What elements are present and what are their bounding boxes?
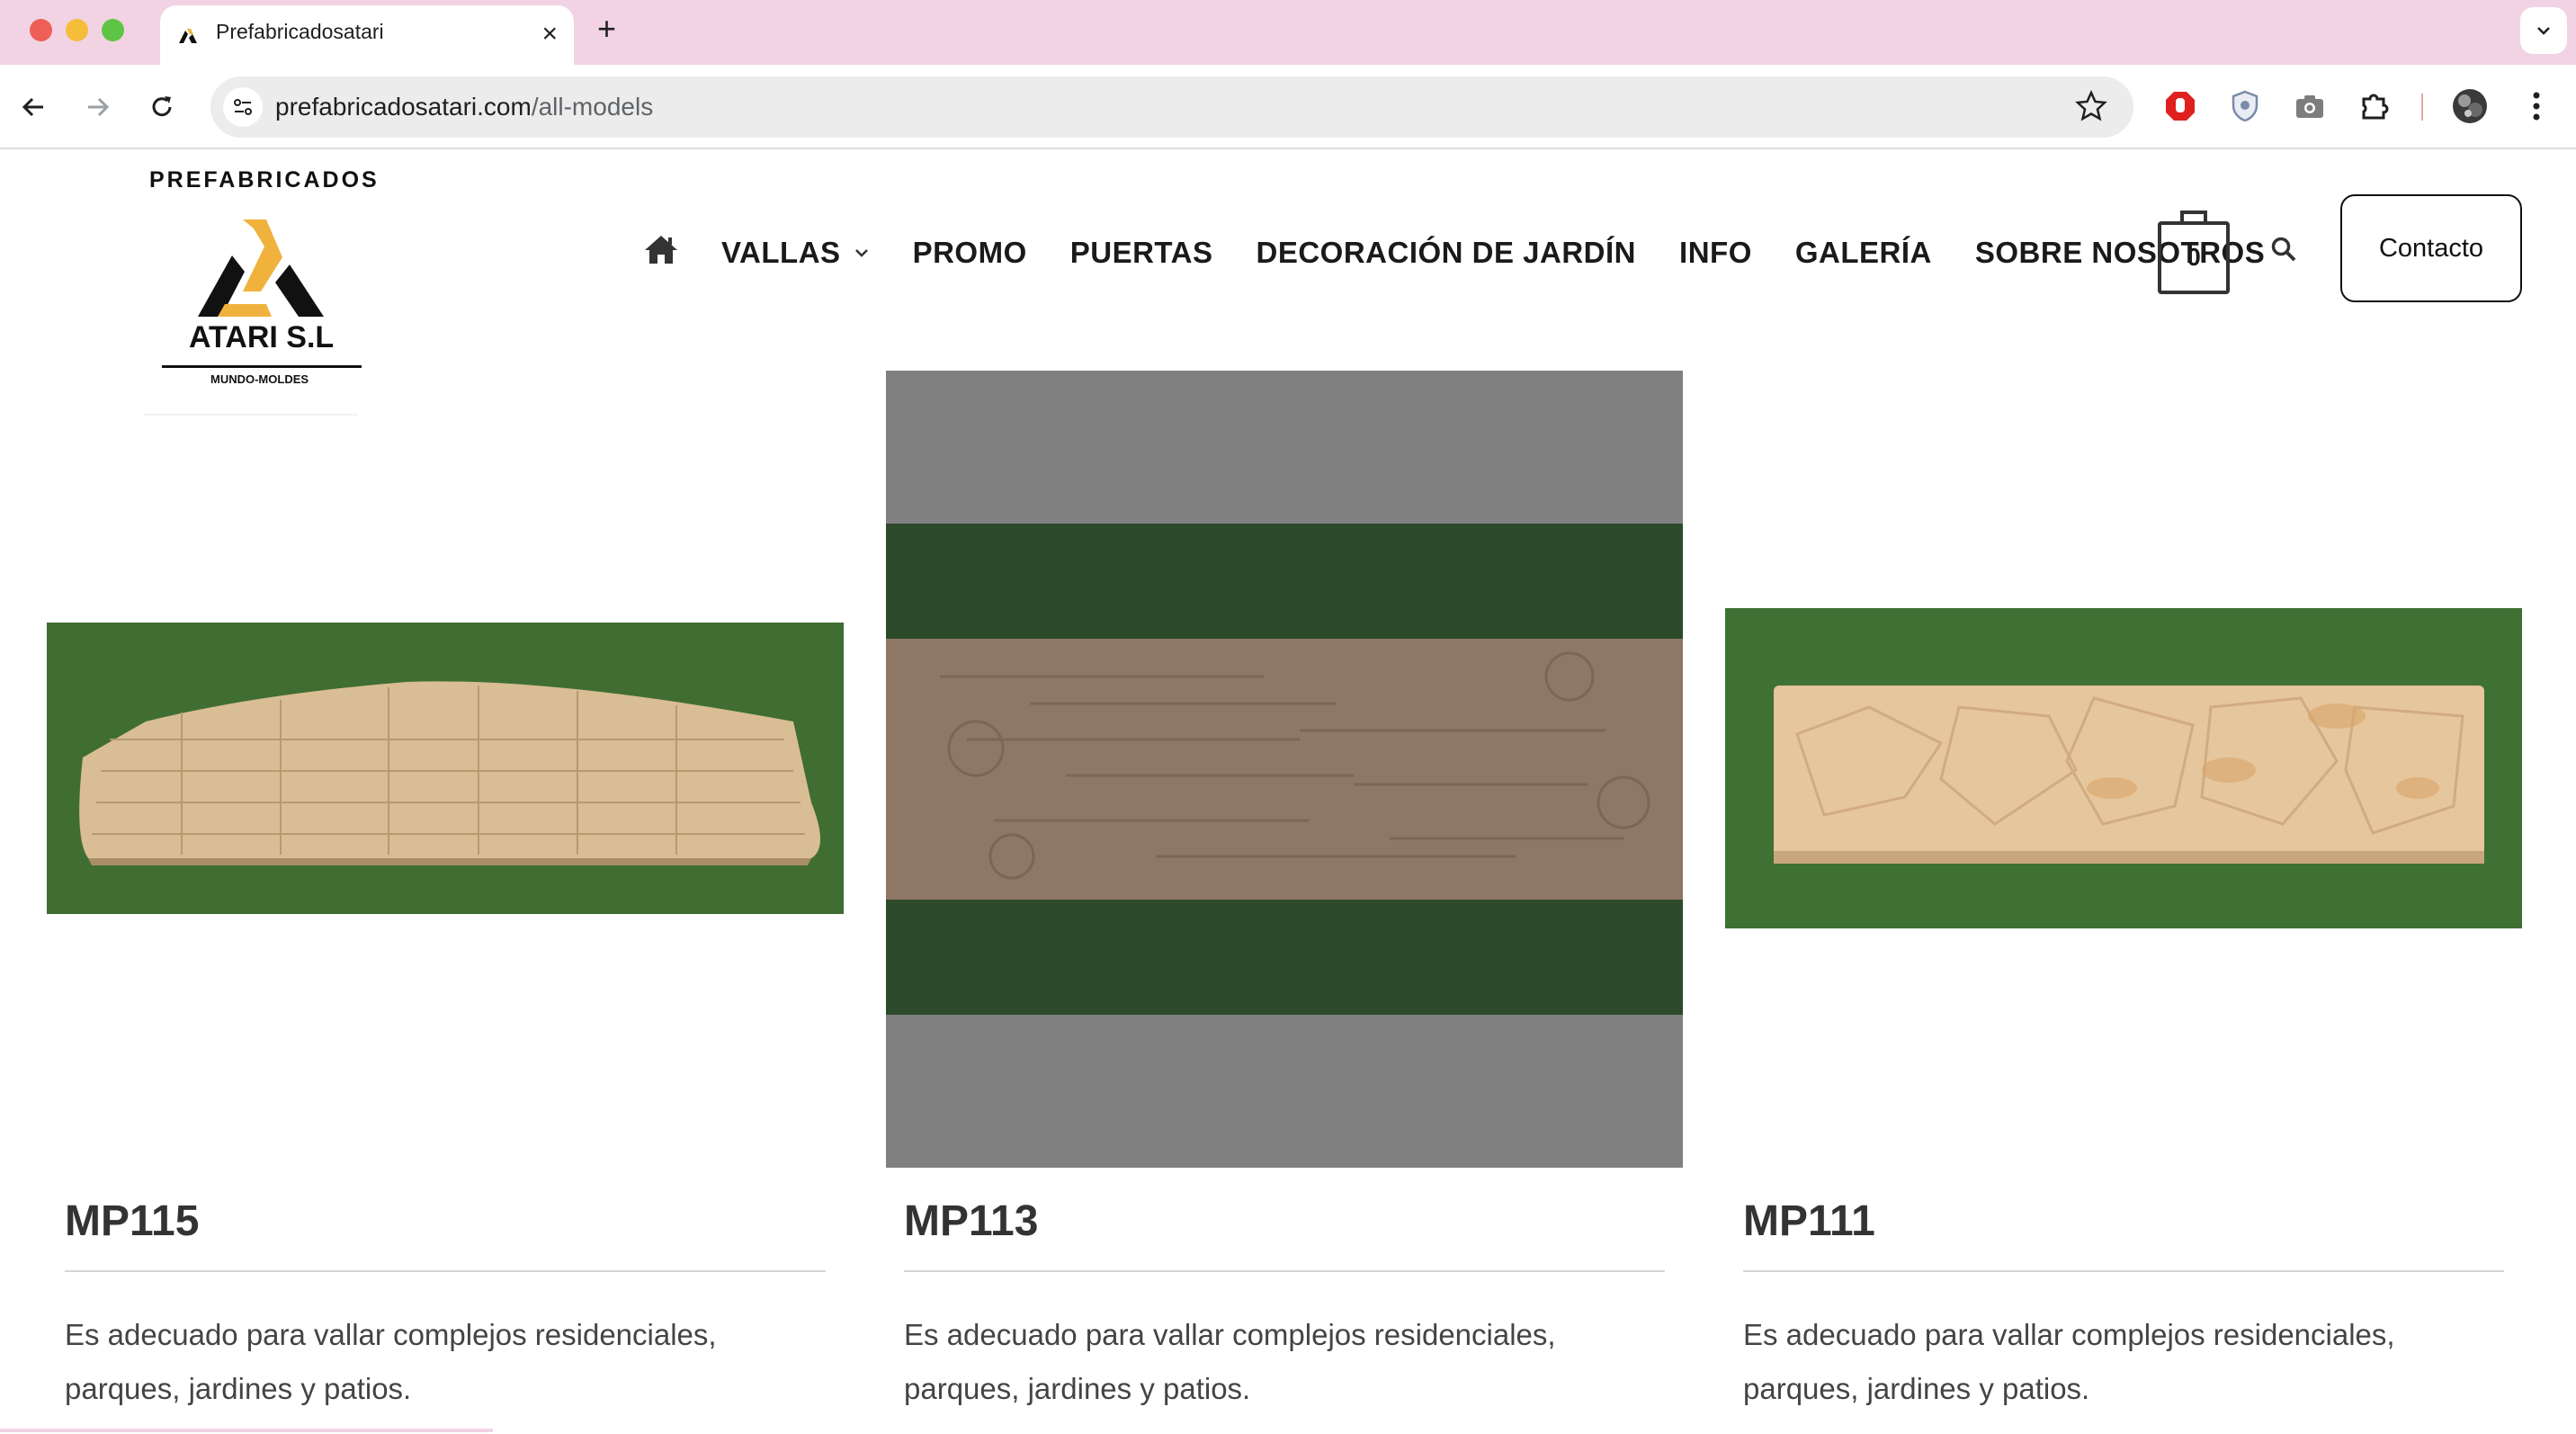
url-text: prefabricadosatari.com/all-models [275, 93, 653, 121]
main-nav: VALLAS PROMO PUERTAS DECORACIÓN DE JARDÍ… [721, 230, 2265, 275]
nav-item-puertas[interactable]: PUERTAS [1070, 236, 1213, 270]
product-image[interactable] [47, 623, 844, 914]
extension-shield-icon[interactable] [2225, 86, 2265, 126]
nav-item-promo[interactable]: PROMO [913, 236, 1027, 270]
search-icon[interactable] [2270, 236, 2297, 263]
product-description: Es adecuado para vallar complejos reside… [1743, 1318, 2395, 1405]
logo-underline [162, 365, 362, 368]
cart-button[interactable]: 0 [2157, 207, 2231, 295]
nav-item-info[interactable]: INFO [1679, 236, 1752, 270]
forward-button[interactable] [77, 86, 119, 128]
profile-avatar[interactable] [2450, 86, 2490, 126]
nav-item-galeria[interactable]: GALERÍA [1795, 236, 1932, 270]
minimize-window-button[interactable] [66, 19, 88, 41]
bookmark-star-icon[interactable] [2074, 89, 2108, 123]
logo-name-text: ATARI S.L [189, 320, 335, 354]
new-tab-button[interactable]: + [597, 11, 616, 47]
contact-button[interactable]: Contacto [2340, 194, 2522, 302]
back-button[interactable] [13, 86, 54, 128]
scroll-progress-bar [0, 1429, 493, 1432]
arrow-left-icon [22, 97, 43, 117]
site-favicon-icon [179, 29, 197, 43]
extension-adblock-icon[interactable] [2160, 86, 2200, 126]
web-page: PREFABRICADOS ATARI S.L MUNDO-MOLDES VAL… [0, 149, 2576, 1434]
nav-item-vallas[interactable]: VALLAS [721, 236, 841, 270]
product-title[interactable]: MP111 [1743, 1196, 1875, 1246]
product-description: Es adecuado para vallar complejos reside… [904, 1318, 1556, 1405]
maximize-window-button[interactable] [102, 19, 124, 41]
url-path: /all-models [531, 93, 654, 121]
product-title[interactable]: MP115 [65, 1196, 199, 1246]
browser-menu-icon[interactable] [2517, 86, 2556, 126]
site-info-icon[interactable] [223, 87, 263, 127]
home-icon[interactable] [644, 234, 678, 264]
product-title[interactable]: MP113 [904, 1196, 1038, 1246]
cart-count: 0 [2187, 243, 2201, 271]
browser-tabstrip: Prefabricadosatari × + [0, 0, 2576, 65]
product-divider [65, 1270, 826, 1272]
product-divider [904, 1270, 1665, 1272]
logo-mark-icon [198, 220, 324, 317]
logo-sub-text: MUNDO-MOLDES [210, 372, 309, 386]
url-domain: prefabricadosatari.com [275, 93, 532, 121]
tab-close-icon[interactable]: × [541, 16, 558, 52]
browser-toolbar: prefabricadosatari.com/all-models [0, 65, 2576, 149]
product-description: Es adecuado para vallar complejos reside… [65, 1318, 717, 1405]
arrow-right-icon [88, 97, 110, 117]
chevron-down-icon[interactable] [854, 247, 870, 258]
close-window-button[interactable] [30, 19, 52, 41]
browser-tab[interactable]: Prefabricadosatari × [160, 5, 574, 65]
product-divider [1743, 1270, 2504, 1272]
logo-divider [144, 414, 358, 416]
address-bar[interactable]: prefabricadosatari.com/all-models [210, 76, 2133, 138]
site-logo[interactable]: PREFABRICADOS ATARI S.L MUNDO-MOLDES [144, 167, 387, 419]
reload-icon [152, 96, 172, 117]
toolbar-separator [2421, 94, 2423, 121]
extension-camera-icon[interactable] [2290, 86, 2330, 126]
extensions-puzzle-icon[interactable] [2355, 86, 2394, 126]
tab-title: Prefabricadosatari [216, 20, 384, 43]
reload-button[interactable] [141, 86, 183, 128]
nav-item-decoracion[interactable]: DECORACIÓN DE JARDÍN [1256, 236, 1636, 270]
tab-search-button[interactable] [2520, 7, 2567, 54]
logo-top-text: PREFABRICADOS [149, 167, 380, 193]
product-image[interactable] [886, 371, 1683, 1168]
product-image[interactable] [1725, 608, 2522, 928]
chevron-down-icon [2537, 27, 2550, 35]
